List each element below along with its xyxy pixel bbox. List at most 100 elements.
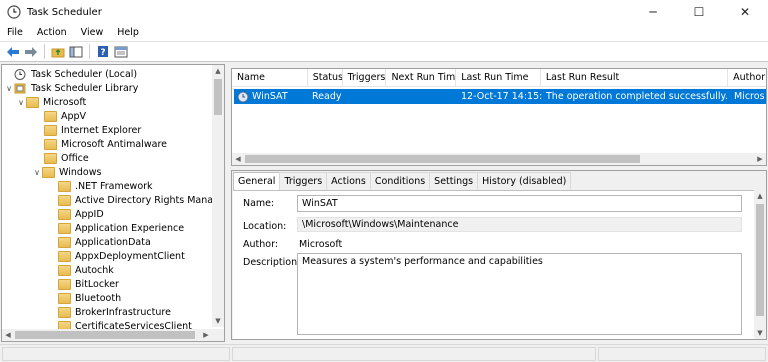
scroll-down-icon[interactable]: ▼ bbox=[212, 315, 224, 327]
menu-help[interactable]: Help bbox=[110, 27, 146, 38]
tree-item[interactable]: Task Scheduler (Local) bbox=[4, 67, 137, 81]
name-field[interactable]: WinSAT bbox=[297, 195, 742, 212]
expand-chevron-icon[interactable]: ∨ bbox=[32, 168, 42, 177]
status-cell bbox=[598, 347, 766, 361]
tab-triggers[interactable]: Triggers bbox=[279, 172, 328, 190]
task-name: WinSAT bbox=[252, 91, 288, 102]
help-icon[interactable]: ? bbox=[94, 43, 111, 60]
show-hide-tree-icon[interactable] bbox=[67, 43, 84, 60]
forward-icon[interactable] bbox=[22, 43, 39, 60]
tree-item-label: Bluetooth bbox=[75, 292, 122, 304]
description-field[interactable]: Measures a system's performance and capa… bbox=[297, 253, 742, 335]
up-folder-icon[interactable] bbox=[49, 43, 66, 60]
task-status: Ready bbox=[312, 91, 342, 102]
detail-tabs: General Triggers Actions Conditions Sett… bbox=[233, 172, 572, 190]
scroll-left-icon[interactable]: ◀ bbox=[232, 153, 244, 165]
menu-view[interactable]: View bbox=[74, 27, 111, 38]
tree-item[interactable]: AppV bbox=[44, 109, 86, 123]
status-bar bbox=[0, 344, 768, 362]
svg-text:?: ? bbox=[100, 48, 105, 58]
tree-item[interactable]: ∨ Windows bbox=[32, 165, 101, 179]
folder-icon bbox=[44, 124, 57, 136]
menu-file[interactable]: File bbox=[0, 27, 30, 38]
back-icon[interactable] bbox=[4, 43, 21, 60]
table-row[interactable]: WinSAT Ready 12-Oct-17 14:15:39 The oper… bbox=[234, 89, 766, 104]
title-bar: Task Scheduler ─ ☐ ✕ bbox=[0, 0, 768, 24]
tree-horizontal-scrollbar[interactable]: ◀ ▶ bbox=[2, 329, 224, 341]
folder-icon bbox=[58, 208, 71, 220]
tree-item[interactable]: AppID bbox=[58, 207, 104, 221]
tab-settings[interactable]: Settings bbox=[429, 172, 479, 190]
tree-item-label: Task Scheduler (Local) bbox=[31, 68, 138, 80]
scroll-thumb[interactable] bbox=[15, 331, 195, 339]
tab-conditions[interactable]: Conditions bbox=[369, 172, 431, 190]
tree-item[interactable]: Office bbox=[44, 151, 89, 165]
tree-item-label: BitLocker bbox=[75, 278, 119, 290]
task-list-header: Name Status Triggers Next Run Time Last … bbox=[232, 69, 766, 87]
tree-item[interactable]: .NET Framework bbox=[58, 179, 153, 193]
tree-item[interactable]: Bluetooth bbox=[58, 291, 121, 305]
tree-item[interactable]: ∨ Task Scheduler Library bbox=[4, 81, 138, 95]
folder-icon bbox=[58, 306, 71, 318]
column-header-status[interactable]: Status bbox=[308, 69, 343, 87]
tab-general[interactable]: General bbox=[233, 172, 281, 190]
column-header-last-run-result[interactable]: Last Run Result bbox=[541, 69, 729, 87]
scroll-thumb[interactable] bbox=[214, 79, 222, 115]
scroll-left-icon[interactable]: ◀ bbox=[2, 329, 14, 341]
tree-item[interactable]: Active Directory Rights Manager bbox=[58, 193, 225, 207]
tree-item[interactable]: Internet Explorer bbox=[44, 123, 141, 137]
close-button[interactable]: ✕ bbox=[722, 0, 768, 24]
folder-icon bbox=[58, 278, 71, 290]
column-header-triggers[interactable]: Triggers bbox=[343, 69, 387, 87]
tree-item[interactable]: ApplicationData bbox=[58, 235, 151, 249]
window-title: Task Scheduler bbox=[27, 6, 102, 18]
tree-item[interactable]: AppxDeploymentClient bbox=[58, 249, 185, 263]
tab-history[interactable]: History (disabled) bbox=[477, 172, 572, 190]
tree-item[interactable]: BrokerInfrastructure bbox=[58, 305, 171, 319]
tree-item-label: Microsoft bbox=[43, 96, 87, 108]
tree-item[interactable]: Autochk bbox=[58, 263, 114, 277]
properties-icon[interactable] bbox=[112, 43, 129, 60]
folder-icon bbox=[58, 236, 71, 248]
author-label: Author: bbox=[243, 239, 279, 250]
tree-item[interactable]: BitLocker bbox=[58, 277, 119, 291]
task-last-result: The operation completed successfully. (0… bbox=[546, 91, 731, 102]
scroll-right-icon[interactable]: ▶ bbox=[200, 329, 212, 341]
tree-item[interactable]: ∨ Microsoft bbox=[16, 95, 86, 109]
column-header-author[interactable]: Author bbox=[728, 69, 766, 87]
toolbar-separator bbox=[44, 44, 45, 59]
tree-item-label: Active Directory Rights Manager bbox=[75, 194, 225, 206]
task-scheduler-icon bbox=[7, 5, 21, 19]
folder-icon bbox=[44, 138, 57, 150]
folder-icon bbox=[58, 222, 71, 234]
tree-item[interactable]: Application Experience bbox=[58, 221, 184, 235]
scroll-thumb[interactable] bbox=[245, 155, 640, 163]
tab-actions[interactable]: Actions bbox=[326, 172, 371, 190]
tree-vertical-scrollbar[interactable]: ▲ ▼ bbox=[212, 65, 224, 327]
column-header-name[interactable]: Name bbox=[232, 69, 308, 87]
navigation-tree: Task Scheduler (Local) ∨ Task Scheduler Li… bbox=[1, 64, 225, 342]
maximize-button[interactable]: ☐ bbox=[676, 0, 722, 24]
expand-chevron-icon[interactable]: ∨ bbox=[4, 84, 14, 93]
column-header-last-run-time[interactable]: Last Run Time bbox=[456, 69, 541, 87]
name-label: Name: bbox=[243, 198, 275, 209]
scroll-up-icon[interactable]: ▲ bbox=[754, 190, 766, 202]
tree-item[interactable]: Microsoft Antimalware bbox=[44, 137, 167, 151]
folder-icon bbox=[58, 250, 71, 262]
detail-vertical-scrollbar[interactable]: ▲ ▼ bbox=[754, 190, 766, 339]
task-list: Name Status Triggers Next Run Time Last … bbox=[231, 68, 767, 166]
scroll-down-icon[interactable]: ▼ bbox=[754, 327, 766, 339]
folder-icon bbox=[44, 152, 57, 164]
column-header-next-run-time[interactable]: Next Run Time bbox=[386, 69, 457, 87]
tree-item-label: Application Experience bbox=[75, 222, 185, 234]
status-cell bbox=[2, 347, 230, 361]
menu-action[interactable]: Action bbox=[30, 27, 74, 38]
task-list-horizontal-scrollbar[interactable]: ◀ ▶ bbox=[232, 153, 766, 165]
scroll-up-icon[interactable]: ▲ bbox=[212, 65, 224, 77]
expand-chevron-icon[interactable]: ∨ bbox=[16, 98, 26, 107]
scroll-right-icon[interactable]: ▶ bbox=[754, 153, 766, 165]
minimize-button[interactable]: ─ bbox=[630, 0, 676, 24]
status-cell bbox=[232, 347, 596, 361]
toolbar-separator bbox=[89, 44, 90, 59]
scroll-thumb[interactable] bbox=[756, 204, 764, 316]
